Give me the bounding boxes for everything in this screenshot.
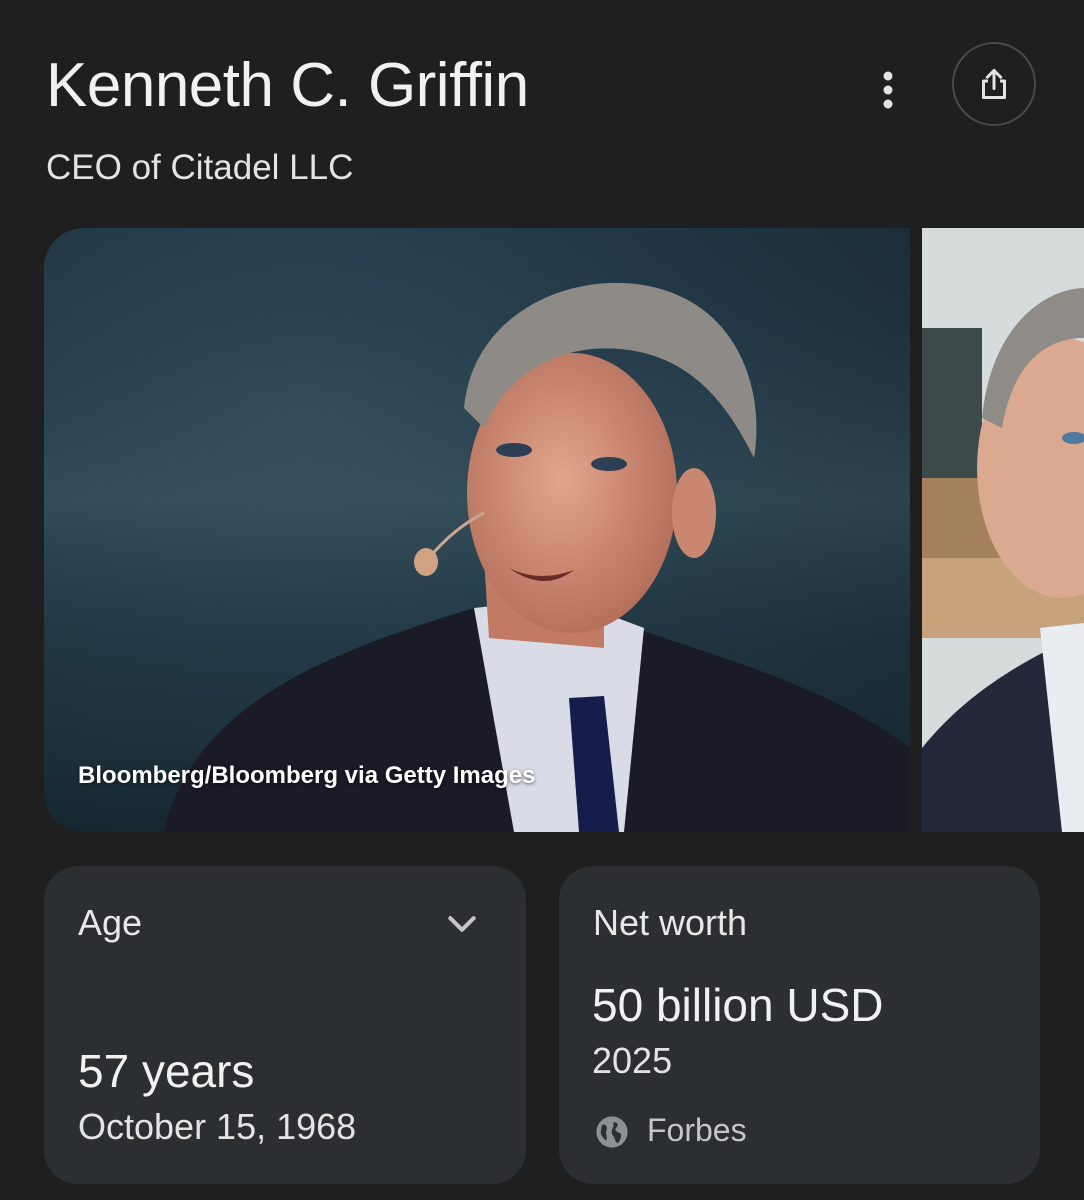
image-credit: Bloomberg/Bloomberg via Getty Images bbox=[78, 762, 536, 789]
age-card[interactable]: Age 57 years October 15, 1968 bbox=[44, 866, 526, 1184]
age-value: 57 years bbox=[78, 1045, 255, 1097]
share-icon bbox=[982, 69, 1006, 99]
secondary-photo[interactable] bbox=[922, 228, 1084, 832]
net-worth-value: 50 billion USD bbox=[592, 979, 884, 1031]
net-worth-year: 2025 bbox=[592, 1040, 673, 1081]
net-worth-card[interactable]: Net worth 50 billion USD 2025 Forbes bbox=[559, 866, 1040, 1184]
more-vert-icon bbox=[883, 71, 893, 109]
page-title: Kenneth C. Griffin bbox=[46, 51, 529, 120]
birth-date: October 15, 1968 bbox=[78, 1106, 357, 1147]
page-subtitle: CEO of Citadel LLC bbox=[46, 148, 354, 187]
globe-icon bbox=[596, 1116, 628, 1148]
chevron-down-icon[interactable] bbox=[442, 904, 482, 944]
portrait-illustration-2 bbox=[922, 228, 1084, 832]
portrait-illustration bbox=[44, 228, 910, 832]
age-label: Age bbox=[78, 902, 143, 943]
source-link[interactable]: Forbes bbox=[647, 1112, 747, 1149]
net-worth-label: Net worth bbox=[593, 902, 748, 943]
share-button[interactable] bbox=[952, 42, 1036, 126]
main-photo[interactable]: Bloomberg/Bloomberg via Getty Images bbox=[44, 228, 910, 832]
more-options-button[interactable] bbox=[866, 64, 910, 116]
